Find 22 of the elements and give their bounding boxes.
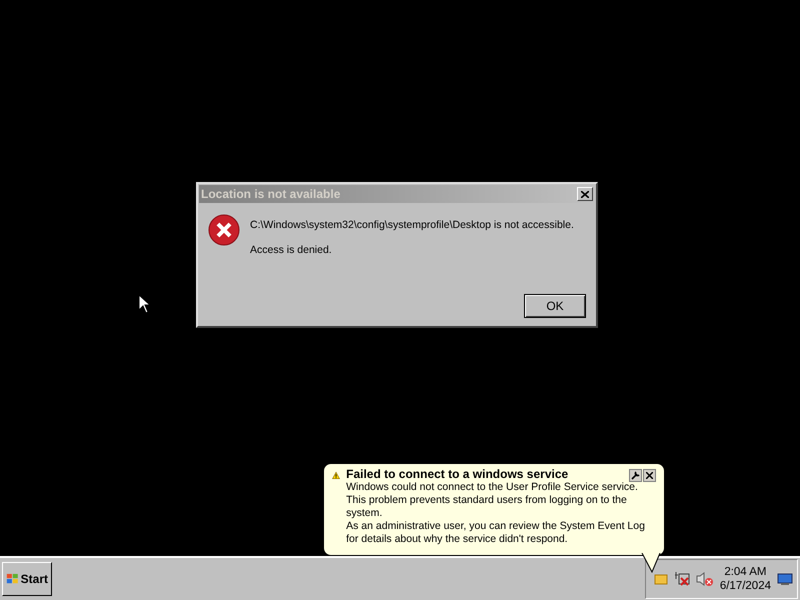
close-icon xyxy=(581,190,589,198)
message-text: C:\Windows\system32\config\systemprofile\Desktop is not accessible. xyxy=(250,219,574,231)
window-title: Location is not available xyxy=(201,187,340,201)
balloon-text: As an administrative user, you can review the System Event Log for details about why the service didn't respond. xyxy=(346,520,646,546)
close-icon xyxy=(646,472,653,479)
network-icon[interactable] xyxy=(674,571,690,587)
start-logo-icon xyxy=(6,572,19,586)
message-text: Access is denied. xyxy=(250,244,333,256)
balloon-title: Failed to connect to a windows service xyxy=(346,468,568,481)
clock[interactable]: 2:04 AM 6/17/2024 xyxy=(720,565,771,593)
clock-date: 6/17/2024 xyxy=(720,579,771,593)
error-icon xyxy=(208,214,240,246)
wrench-icon xyxy=(631,471,640,480)
mouse-cursor xyxy=(138,294,150,314)
show-desktop-icon[interactable] xyxy=(777,572,793,586)
start-button[interactable]: Start xyxy=(2,562,52,596)
ok-button[interactable]: OK xyxy=(524,294,586,318)
balloon-text: Windows could not connect to the User Profile Service service. This problem prevents standard users from logging on to the system. xyxy=(346,481,639,520)
clock-time: 2:04 AM xyxy=(724,565,767,579)
close-button[interactable] xyxy=(643,469,656,482)
speaker-icon[interactable] xyxy=(696,571,714,587)
settings-button[interactable] xyxy=(629,469,642,482)
